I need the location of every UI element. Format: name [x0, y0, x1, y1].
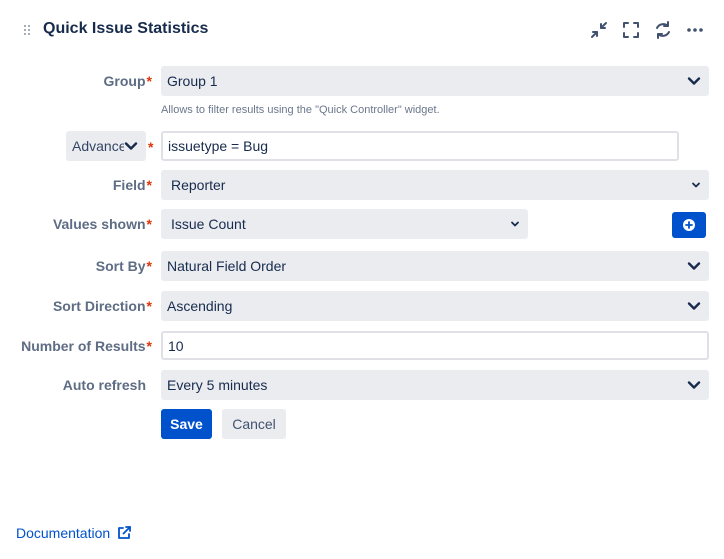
plus-circle-icon	[683, 219, 695, 231]
widget-header: Quick Issue Statistics	[0, 0, 724, 60]
values-shown-select[interactable]: Issue Count	[161, 209, 528, 239]
auto-refresh-value: Every 5 minutes	[167, 377, 268, 393]
group-select[interactable]: Group 1	[161, 66, 709, 96]
chevron-down-icon	[687, 299, 701, 313]
field-label: Field*	[112, 177, 152, 193]
group-label: Group*	[103, 73, 152, 89]
chevron-down-icon	[687, 74, 701, 88]
filter-mode-select[interactable]: Advance	[66, 131, 146, 161]
widget-title: Quick Issue Statistics	[43, 20, 209, 37]
add-value-button[interactable]	[672, 212, 706, 238]
chevron-down-icon	[687, 259, 701, 273]
refresh-icon[interactable]	[651, 18, 675, 42]
field-select-value: Reporter	[171, 177, 226, 193]
number-of-results-label: Number of Results*	[21, 338, 152, 354]
documentation-link[interactable]: Documentation	[16, 525, 110, 541]
chevron-down-icon	[687, 378, 701, 392]
filter-required-mark: *	[148, 139, 154, 155]
sort-direction-label: Sort Direction*	[52, 298, 152, 314]
values-shown-label: Values shown*	[52, 216, 152, 232]
jql-query-input[interactable]: issuetype = Bug	[161, 131, 679, 161]
auto-refresh-select[interactable]: Every 5 minutes	[161, 370, 709, 400]
field-select[interactable]: Reporter	[161, 170, 709, 200]
drag-handle-icon[interactable]	[24, 25, 32, 37]
chevron-down-icon	[508, 217, 522, 231]
group-select-value: Group 1	[167, 73, 218, 89]
values-shown-value: Issue Count	[171, 216, 246, 232]
sort-direction-select[interactable]: Ascending	[161, 291, 709, 321]
number-of-results-input[interactable]: 10	[161, 331, 709, 360]
filter-mode-value: Advance	[72, 138, 127, 154]
more-icon[interactable]	[683, 18, 707, 42]
chevron-down-icon	[689, 178, 703, 192]
fullscreen-icon[interactable]	[619, 18, 643, 42]
number-of-results-value: 10	[168, 338, 184, 354]
save-button[interactable]: Save	[161, 409, 212, 439]
minimize-icon[interactable]	[587, 18, 611, 42]
jql-query-value: issuetype = Bug	[168, 138, 269, 154]
cancel-button[interactable]: Cancel	[222, 409, 286, 439]
group-helper-text: Allows to filter results using the "Quic…	[161, 104, 440, 116]
external-link-icon[interactable]	[116, 525, 132, 541]
sort-by-select[interactable]: Natural Field Order	[161, 251, 709, 281]
sort-by-value: Natural Field Order	[167, 258, 287, 274]
sort-by-label: Sort By*	[95, 258, 152, 274]
chevron-down-icon	[124, 139, 140, 153]
sort-direction-value: Ascending	[167, 298, 233, 314]
auto-refresh-label: Auto refresh	[62, 377, 146, 393]
